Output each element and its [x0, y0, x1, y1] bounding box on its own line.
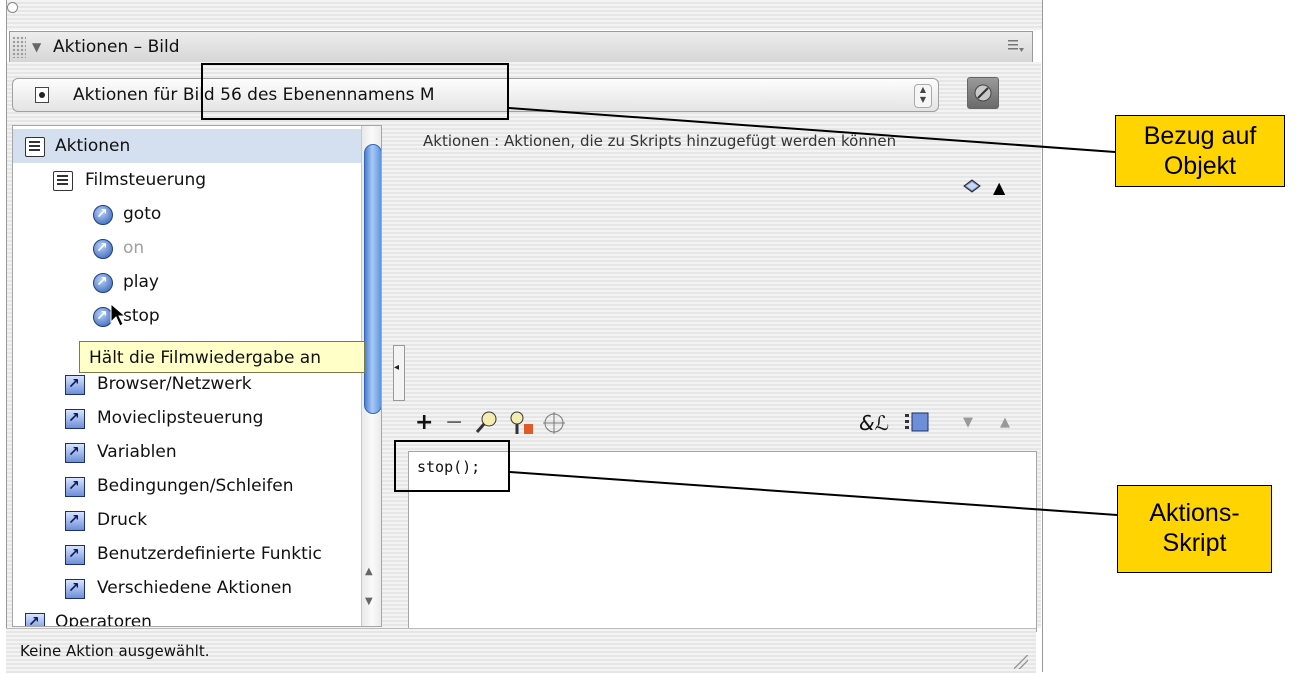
callout-line-target: [508, 107, 1116, 153]
callout-line-script: [509, 471, 1118, 516]
callout-action-script: Aktions-Skript: [1117, 485, 1272, 573]
callout-connectors: [508, 107, 1118, 516]
callout-target-reference: Bezug auf Objekt: [1115, 115, 1285, 187]
